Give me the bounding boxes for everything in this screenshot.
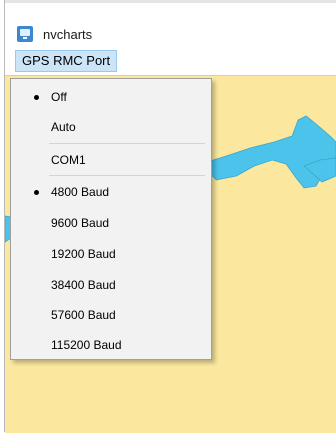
option-label: 4800 Baud	[51, 185, 110, 199]
menu-bar: GPS RMC Port	[5, 47, 336, 75]
menu-separator	[49, 175, 205, 176]
title-bar[interactable]: nvcharts	[5, 3, 336, 47]
option-label: 57600 Baud	[51, 308, 116, 322]
menu-option-com1[interactable]: COM1	[11, 146, 211, 174]
menu-gps-rmc-port[interactable]: GPS RMC Port	[15, 50, 118, 72]
window-title: nvcharts	[43, 27, 93, 42]
app-window-icon	[17, 26, 33, 42]
option-label: Off	[51, 90, 67, 104]
selected-bullet-icon	[34, 95, 39, 100]
option-label: 19200 Baud	[51, 247, 116, 261]
option-label: 38400 Baud	[51, 278, 116, 292]
selected-bullet-icon	[34, 190, 39, 195]
menu-option-19200[interactable]: 19200 Baud	[11, 240, 211, 268]
option-label: Auto	[51, 120, 76, 134]
menu-option-38400[interactable]: 38400 Baud	[11, 271, 211, 299]
menu-option-9600[interactable]: 9600 Baud	[11, 209, 211, 237]
option-label: 115200 Baud	[51, 338, 122, 352]
menu-option-4800[interactable]: 4800 Baud	[11, 178, 211, 206]
menu-option-auto[interactable]: Auto	[11, 113, 211, 141]
menu-option-off[interactable]: Off	[11, 83, 211, 111]
option-label: COM1	[51, 153, 86, 167]
menu-option-57600[interactable]: 57600 Baud	[11, 301, 211, 329]
option-label: 9600 Baud	[51, 216, 110, 230]
gps-rmc-port-menu: Off Auto COM1 4800 Baud 9600 Baud 19200 …	[10, 78, 212, 360]
menu-separator	[49, 143, 205, 144]
menu-option-115200[interactable]: 115200 Baud	[11, 331, 211, 359]
